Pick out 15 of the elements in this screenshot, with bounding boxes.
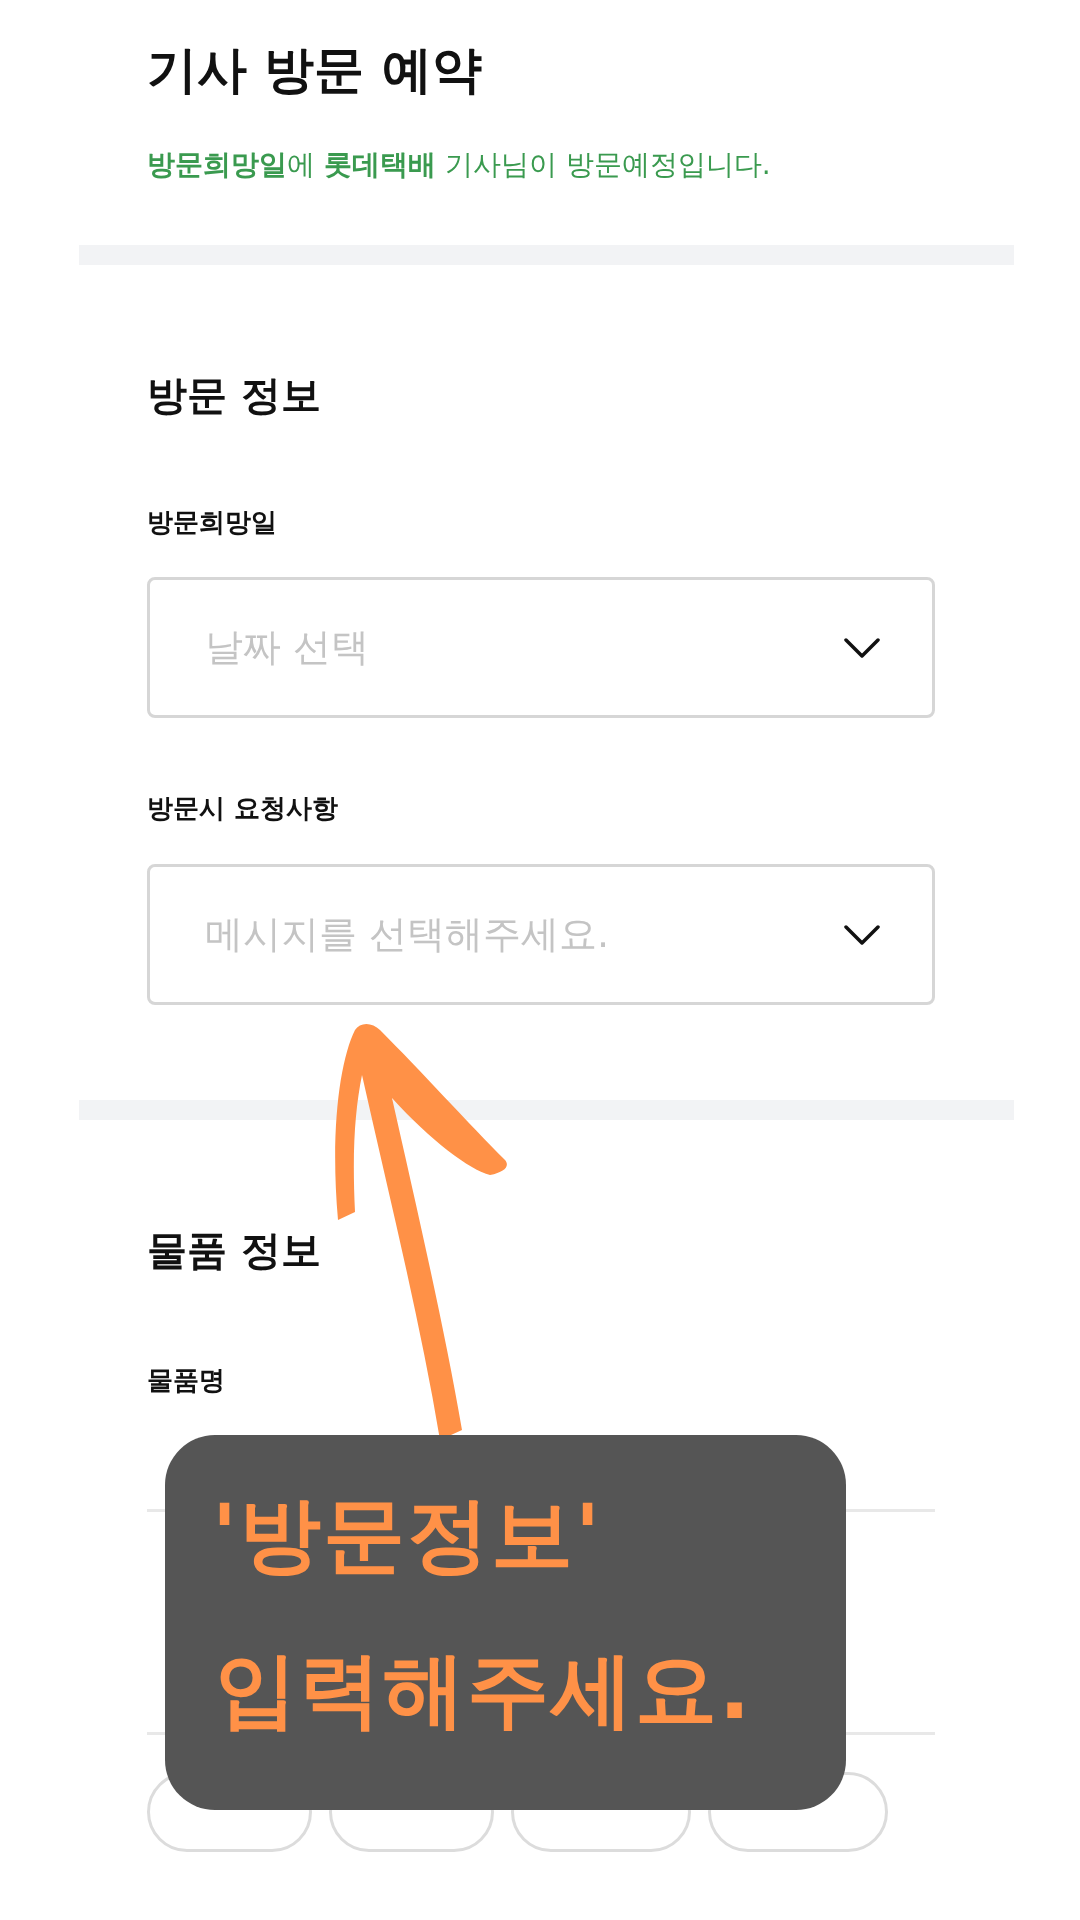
chevron-down-icon [844, 924, 880, 945]
placeholder-text: 메시지를 선택해주세요. [205, 911, 610, 958]
section-title: 물품 정보 [147, 1226, 322, 1275]
field-label: 방문희망일 [147, 506, 278, 539]
field-label: 방문시 요청사항 [147, 792, 340, 825]
annotation-text: 입력해주세요. [215, 1641, 753, 1739]
dropdown-field[interactable]: 메시지를 선택해주세요. [147, 864, 935, 1005]
placeholder-text: 날짜 선택 [205, 624, 370, 671]
notice-text: 방문희망일에 롯데택배 기사님이 방문예정입니다. [147, 147, 772, 183]
dropdown-field[interactable]: 날짜 선택 [147, 577, 935, 718]
annotation-text: '방문정보' [212, 1486, 603, 1584]
page-title: 기사 방문 예약 [147, 40, 483, 100]
section-title: 방문 정보 [147, 371, 322, 420]
chevron-down-icon [844, 637, 880, 658]
field-label: 물품명 [147, 1364, 226, 1397]
